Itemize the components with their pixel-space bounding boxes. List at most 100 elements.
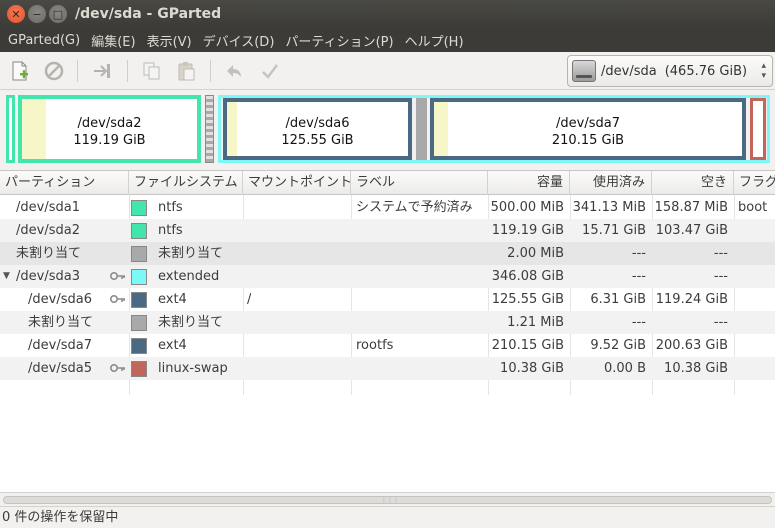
apply-button[interactable] bbox=[258, 59, 282, 83]
resize-move-button[interactable] bbox=[90, 59, 114, 83]
grip-icon: ⋮⋮⋮ bbox=[381, 497, 399, 504]
paste-button[interactable] bbox=[174, 59, 198, 83]
device-selector[interactable]: /dev/sda (465.76 GiB) ▴ ▾ bbox=[567, 55, 773, 87]
menu-partition[interactable]: パーティション(P) bbox=[281, 31, 400, 50]
column-header-partition[interactable]: パーティション bbox=[0, 171, 129, 195]
scrollbar-thumb[interactable]: ⋮⋮⋮ bbox=[3, 496, 772, 504]
cell-filesystem: extended bbox=[158, 269, 220, 284]
cell-filesystem: ext4 bbox=[158, 338, 187, 353]
fs-color-swatch bbox=[131, 269, 147, 285]
cell-used: 341.13 MiB bbox=[572, 200, 646, 215]
delete-partition-button[interactable] bbox=[42, 59, 66, 83]
close-icon: ✕ bbox=[11, 7, 21, 21]
partition-name: /dev/sda7 bbox=[556, 116, 620, 131]
cell-partition: /dev/sda5 bbox=[28, 361, 92, 376]
cell-size: 125.55 GiB bbox=[491, 292, 564, 307]
menu-view[interactable]: 表示(V) bbox=[143, 31, 199, 50]
cell-free: --- bbox=[713, 246, 728, 261]
cell-mountpoint: / bbox=[247, 292, 252, 307]
window-title: /dev/sda - GParted bbox=[75, 6, 222, 22]
map-partition-sda1[interactable] bbox=[6, 95, 15, 163]
cell-partition: /dev/sda7 bbox=[28, 338, 92, 353]
table-row[interactable]: ▼ /dev/sda3 extended 346.08 GiB --- --- bbox=[0, 265, 775, 288]
maximize-icon: □ bbox=[52, 7, 64, 21]
partition-size: 210.15 GiB bbox=[551, 133, 625, 148]
device-size: (465.76 GiB) bbox=[664, 63, 748, 79]
cell-partition: /dev/sda6 bbox=[28, 292, 92, 307]
cell-used: --- bbox=[631, 269, 646, 284]
cell-filesystem: ntfs bbox=[158, 200, 183, 215]
cell-filesystem: 未割り当て bbox=[158, 246, 224, 261]
key-icon bbox=[109, 362, 126, 374]
maximize-window-button[interactable]: □ bbox=[49, 5, 67, 23]
cell-filesystem: linux-swap bbox=[158, 361, 228, 376]
cell-partition: /dev/sda1 bbox=[16, 200, 80, 215]
undo-button[interactable] bbox=[222, 59, 246, 83]
partition-size: 119.19 GiB bbox=[73, 133, 146, 148]
partition-table: パーティション ファイルシステム マウントポイント ラベル 容量 使用済み 空き… bbox=[0, 170, 775, 492]
cell-filesystem: 未割り当て bbox=[158, 315, 224, 330]
menu-bar: GParted(G) 編集(E) 表示(V) デバイス(D) パーティション(P… bbox=[0, 28, 775, 52]
harddisk-icon bbox=[572, 60, 596, 82]
map-label-sda2: /dev/sda2 119.19 GiB bbox=[22, 115, 197, 149]
copy-icon bbox=[143, 62, 160, 80]
map-label-sda7: /dev/sda7 210.15 GiB bbox=[434, 115, 742, 149]
cell-used: 6.31 GiB bbox=[590, 292, 646, 307]
menu-gparted[interactable]: GParted(G) bbox=[4, 33, 87, 48]
map-unallocated[interactable] bbox=[416, 98, 427, 160]
cell-label: システムで予約済み bbox=[356, 200, 473, 215]
key-icon bbox=[109, 293, 126, 305]
table-row[interactable]: /dev/sda5 linux-swap 10.38 GiB 0.00 B 10… bbox=[0, 357, 775, 380]
cell-free: 103.47 GiB bbox=[655, 223, 728, 238]
column-header-used[interactable]: 使用済み bbox=[570, 171, 652, 195]
partition-map: /dev/sda2 119.19 GiB /dev/sda6 125.55 Gi… bbox=[0, 90, 775, 168]
column-header-mountpoint[interactable]: マウントポイント bbox=[243, 171, 351, 195]
table-row[interactable]: 未割り当て 未割り当て 2.00 MiB --- --- bbox=[0, 242, 775, 265]
copy-button[interactable] bbox=[140, 59, 164, 83]
chevron-updown-icon: ▴ ▾ bbox=[761, 61, 766, 81]
column-header-size[interactable]: 容量 bbox=[488, 171, 570, 195]
column-header-filesystem[interactable]: ファイルシステム bbox=[129, 171, 243, 195]
menu-device[interactable]: デバイス(D) bbox=[199, 31, 282, 50]
cell-size: 210.15 GiB bbox=[491, 338, 564, 353]
table-row[interactable]: 未割り当て 未割り当て 1.21 MiB --- --- bbox=[0, 311, 775, 334]
new-partition-icon bbox=[12, 61, 28, 81]
fs-color-swatch bbox=[131, 315, 147, 331]
column-header-free[interactable]: 空き bbox=[652, 171, 734, 195]
cell-size: 1.21 MiB bbox=[507, 315, 564, 330]
table-row[interactable]: /dev/sda6 ext4 / 125.55 GiB 6.31 GiB 119… bbox=[0, 288, 775, 311]
map-partition-sda2[interactable]: /dev/sda2 119.19 GiB bbox=[18, 95, 201, 163]
status-bar: 0 件の操作を保留中 bbox=[0, 506, 775, 528]
map-unallocated[interactable] bbox=[205, 95, 214, 163]
cell-partition: 未割り当て bbox=[28, 315, 94, 330]
horizontal-scrollbar[interactable]: ⋮⋮⋮ bbox=[0, 492, 775, 506]
cell-free: --- bbox=[713, 269, 728, 284]
map-partition-sda6[interactable]: /dev/sda6 125.55 GiB bbox=[223, 98, 412, 160]
close-window-button[interactable]: ✕ bbox=[7, 5, 25, 23]
menu-help[interactable]: ヘルプ(H) bbox=[401, 31, 471, 50]
map-partition-sda5[interactable] bbox=[750, 98, 766, 160]
table-row[interactable]: /dev/sda7 ext4 rootfs 210.15 GiB 9.52 Gi… bbox=[0, 334, 775, 357]
expander-arrow-icon[interactable]: ▼ bbox=[3, 265, 10, 288]
column-header-flags[interactable]: フラグ bbox=[734, 171, 775, 195]
toolbar-separator bbox=[77, 60, 78, 82]
cell-free: 200.63 GiB bbox=[655, 338, 728, 353]
fs-color-swatch bbox=[131, 223, 147, 239]
map-partition-sda7[interactable]: /dev/sda7 210.15 GiB bbox=[430, 98, 746, 160]
cell-free: 158.87 MiB bbox=[654, 200, 728, 215]
minimize-icon: − bbox=[32, 7, 42, 21]
column-header-label[interactable]: ラベル bbox=[351, 171, 488, 195]
cell-size: 346.08 GiB bbox=[491, 269, 564, 284]
cell-size: 2.00 MiB bbox=[507, 246, 564, 261]
new-partition-button[interactable] bbox=[8, 59, 32, 83]
map-label-sda6: /dev/sda6 125.55 GiB bbox=[227, 115, 408, 149]
menu-edit[interactable]: 編集(E) bbox=[87, 31, 142, 50]
table-row[interactable]: /dev/sda2 ntfs 119.19 GiB 15.71 GiB 103.… bbox=[0, 219, 775, 242]
toolbar-separator bbox=[210, 60, 211, 82]
cell-label: rootfs bbox=[356, 338, 394, 353]
table-row[interactable]: /dev/sda1 ntfs システムで予約済み 500.00 MiB 341.… bbox=[0, 196, 775, 219]
minimize-window-button[interactable]: − bbox=[28, 5, 46, 23]
cell-flags: boot bbox=[738, 200, 768, 215]
paste-icon bbox=[178, 62, 195, 81]
key-icon bbox=[109, 270, 126, 282]
